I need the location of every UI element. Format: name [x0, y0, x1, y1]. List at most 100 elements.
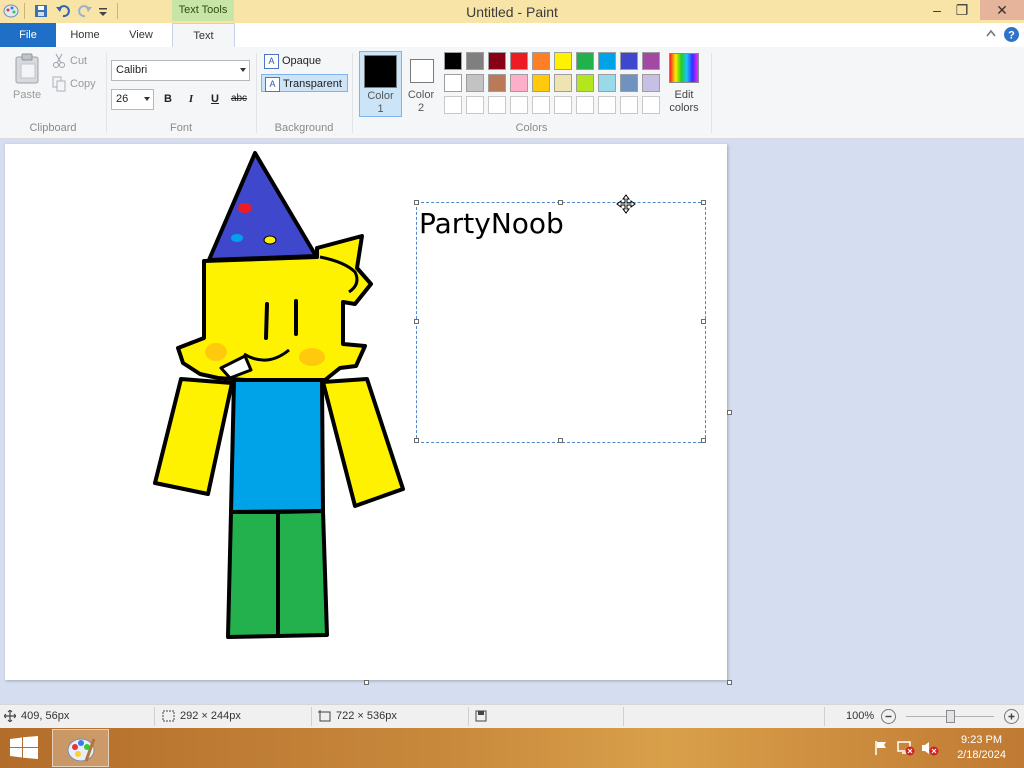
dropdown-arrow-icon [240, 68, 246, 72]
palette-swatch[interactable] [488, 74, 506, 92]
palette-swatch[interactable] [598, 96, 616, 114]
text-box-selection[interactable]: PartyNoob [416, 202, 706, 443]
group-separator [352, 53, 353, 133]
transparent-button[interactable]: A Transparent [261, 74, 348, 92]
windows-start-icon[interactable] [10, 736, 38, 763]
volume-muted-icon[interactable] [921, 740, 939, 759]
color2-button[interactable]: Color 2 [402, 51, 440, 115]
tab-view[interactable]: View [116, 23, 166, 47]
palette-swatch[interactable] [510, 74, 528, 92]
cheek-right [299, 348, 325, 366]
font-group-label: Font [169, 122, 192, 134]
palette-swatch[interactable] [576, 74, 594, 92]
palette-swatch[interactable] [466, 52, 484, 70]
paste-button[interactable]: Paste [8, 53, 46, 107]
drawing-canvas[interactable]: PartyNoob [5, 144, 727, 680]
palette-swatch[interactable] [488, 96, 506, 114]
palette-swatch[interactable] [620, 74, 638, 92]
resize-handle[interactable] [701, 319, 706, 324]
taskbar: 9:23 PM 2/18/2024 [0, 728, 1024, 768]
palette-swatch[interactable] [554, 96, 572, 114]
image-size-icon [318, 710, 331, 725]
tab-home[interactable]: Home [60, 23, 110, 47]
background-group-label: Background [274, 122, 334, 134]
strikethrough-button[interactable]: abc [228, 91, 250, 107]
palette-swatch[interactable] [620, 96, 638, 114]
divider [154, 707, 155, 726]
underline-button[interactable]: U [207, 91, 223, 107]
canvas-resize-handle-bottom[interactable] [364, 680, 369, 685]
arm-left [153, 377, 234, 496]
palette-swatch[interactable] [488, 52, 506, 70]
font-family-select[interactable]: Calibri [111, 60, 250, 81]
restore-button[interactable]: ❐ [947, 0, 977, 20]
palette-swatch[interactable] [532, 52, 550, 70]
resize-handle[interactable] [701, 200, 706, 205]
bold-button[interactable]: B [160, 91, 176, 107]
group-separator [106, 53, 107, 133]
cut-button[interactable]: Cut [52, 53, 102, 69]
edit-colors-rainbow-icon [669, 53, 699, 83]
palette-swatch[interactable] [642, 52, 660, 70]
tab-text[interactable]: Text [172, 23, 235, 48]
resize-handle[interactable] [414, 319, 419, 324]
palette-swatch[interactable] [598, 74, 616, 92]
dropdown-arrow-icon [144, 97, 150, 101]
clock[interactable]: 9:23 PM 2/18/2024 [957, 733, 1006, 763]
palette-swatch[interactable] [554, 52, 572, 70]
palette-swatch[interactable] [444, 74, 462, 92]
network-disconnected-icon[interactable] [897, 740, 915, 759]
text-box-content[interactable]: PartyNoob [419, 207, 564, 240]
minimize-ribbon-icon[interactable] [984, 25, 998, 43]
resize-handle[interactable] [414, 200, 419, 205]
edit-colors-button[interactable]: Edit colors [666, 51, 702, 117]
zoom-out-button[interactable] [881, 709, 896, 724]
clock-time: 9:23 PM [961, 734, 1003, 746]
resize-handle[interactable] [558, 200, 563, 205]
palette-swatch[interactable] [532, 74, 550, 92]
ribbon-tabs: File Home View Text ? [0, 23, 1024, 48]
palette-swatch[interactable] [642, 74, 660, 92]
palette-swatch[interactable] [466, 74, 484, 92]
divider [311, 707, 312, 726]
transparent-label: Transparent [283, 78, 342, 90]
palette-swatch[interactable] [532, 96, 550, 114]
palette-swatch[interactable] [510, 96, 528, 114]
resize-handle[interactable] [414, 438, 419, 443]
color2-swatch [410, 59, 434, 83]
tab-file[interactable]: File [0, 23, 56, 47]
zoom-in-button[interactable] [1004, 709, 1019, 724]
canvas-resize-handle-corner[interactable] [727, 680, 732, 685]
cursor-position: 409, 56px [21, 710, 70, 722]
eye-left [264, 302, 269, 340]
resize-handle[interactable] [558, 438, 563, 443]
palette-swatch[interactable] [642, 96, 660, 114]
palette-swatch[interactable] [576, 96, 594, 114]
italic-button[interactable]: I [183, 91, 199, 107]
palette-swatch[interactable] [598, 52, 616, 70]
transparent-icon: A [265, 77, 280, 92]
hat-dot-blue [231, 234, 243, 242]
action-center-flag-icon[interactable] [873, 740, 889, 759]
selection-size-icon [162, 710, 175, 725]
image-size: 722 × 536px [336, 710, 397, 722]
close-button[interactable]: ✕ [980, 0, 1024, 20]
font-size-select[interactable]: 26 [111, 89, 154, 110]
palette-swatch[interactable] [444, 96, 462, 114]
canvas-resize-handle-right[interactable] [727, 410, 732, 415]
palette-swatch[interactable] [466, 96, 484, 114]
hat-dot-red [238, 203, 252, 213]
palette-swatch[interactable] [554, 74, 572, 92]
opaque-button[interactable]: A Opaque [261, 52, 347, 70]
taskbar-paint-button[interactable] [52, 729, 109, 767]
resize-handle[interactable] [701, 438, 706, 443]
zoom-slider-thumb[interactable] [946, 710, 955, 723]
palette-swatch[interactable] [576, 52, 594, 70]
color1-button[interactable]: Color 1 [359, 51, 402, 117]
palette-swatch[interactable] [620, 52, 638, 70]
text-tools-context-label: Text Tools [172, 0, 234, 21]
copy-button[interactable]: Copy [52, 76, 102, 92]
palette-swatch[interactable] [444, 52, 462, 70]
help-icon[interactable]: ? [1004, 27, 1019, 42]
palette-swatch[interactable] [510, 52, 528, 70]
